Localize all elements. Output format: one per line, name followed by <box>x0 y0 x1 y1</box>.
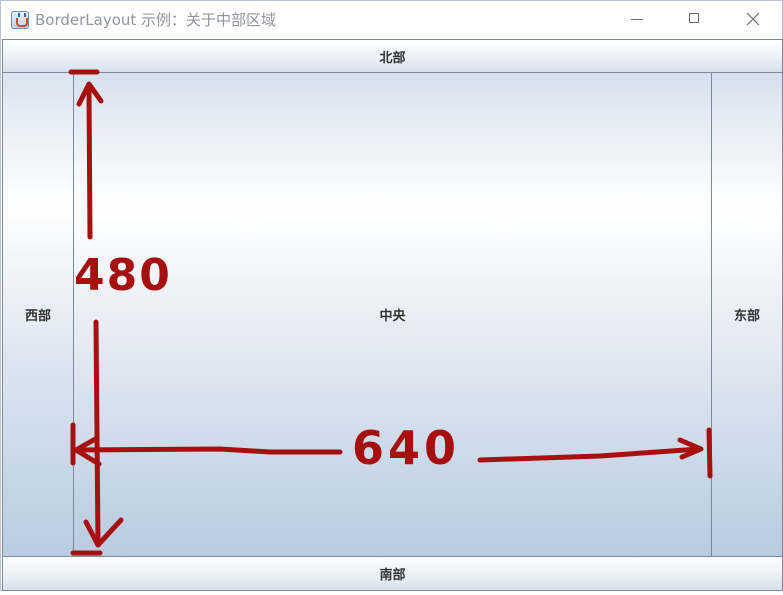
minimize-icon <box>631 19 643 20</box>
minimize-button[interactable] <box>615 1 661 38</box>
east-button[interactable]: 东部 <box>711 72 783 557</box>
window-title: BorderLayout 示例：关于中部区域 <box>35 11 277 29</box>
south-button[interactable]: 南部 <box>2 556 783 591</box>
center-button[interactable]: 中央 <box>73 72 712 557</box>
close-button[interactable] <box>730 1 776 38</box>
west-button[interactable]: 西部 <box>2 72 74 557</box>
maximize-icon <box>689 13 699 23</box>
north-button[interactable]: 北部 <box>2 39 783 73</box>
maximize-button[interactable] <box>672 1 718 38</box>
app-window: BorderLayout 示例：关于中部区域 北部 西部 中央 东部 南部 <box>0 0 783 591</box>
title-bar[interactable]: BorderLayout 示例：关于中部区域 <box>1 1 782 40</box>
close-icon <box>746 12 760 26</box>
java-cup-icon <box>11 11 29 29</box>
